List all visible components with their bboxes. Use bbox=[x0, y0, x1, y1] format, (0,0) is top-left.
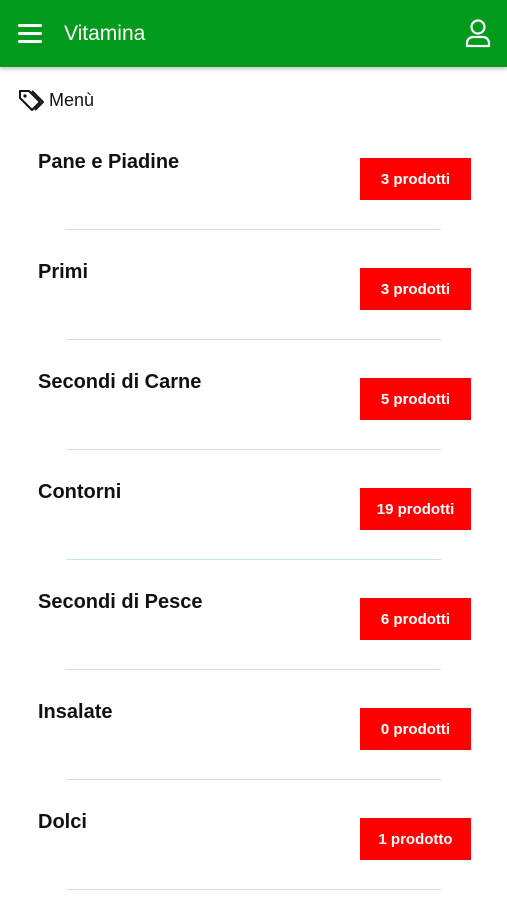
divider bbox=[66, 229, 441, 230]
product-count-badge: 5 prodotti bbox=[360, 378, 471, 420]
hamburger-menu-icon[interactable] bbox=[14, 18, 48, 50]
section-header: Menù bbox=[18, 87, 94, 113]
category-item-secondi-di-pesce[interactable]: Secondi di Pesce 6 prodotti bbox=[0, 570, 507, 680]
category-name: Secondi di Carne bbox=[38, 371, 202, 393]
app-title: Vitamina bbox=[64, 22, 146, 45]
category-item-dolci[interactable]: Dolci 1 prodotto bbox=[0, 790, 507, 900]
divider bbox=[66, 889, 441, 890]
product-count-badge: 1 prodotto bbox=[360, 818, 471, 860]
category-item-primi[interactable]: Primi 3 prodotti bbox=[0, 240, 507, 350]
section-label: Menù bbox=[49, 89, 95, 110]
product-count-badge: 3 prodotti bbox=[360, 268, 471, 310]
app-bar: Vitamina bbox=[0, 0, 507, 67]
divider bbox=[66, 779, 441, 780]
divider bbox=[66, 449, 441, 450]
category-item-pane-e-piadine[interactable]: Pane e Piadine 3 prodotti bbox=[0, 130, 507, 240]
user-profile-icon[interactable] bbox=[461, 16, 495, 50]
divider bbox=[66, 559, 441, 560]
tag-icon bbox=[18, 88, 46, 112]
category-name: Pane e Piadine bbox=[38, 151, 180, 173]
category-item-secondi-di-carne[interactable]: Secondi di Carne 5 prodotti bbox=[0, 350, 507, 460]
category-list: Pane e Piadine 3 prodotti Primi 3 prodot… bbox=[0, 130, 507, 900]
category-item-insalate[interactable]: Insalate 0 prodotti bbox=[0, 680, 507, 790]
category-name: Secondi di Pesce bbox=[38, 591, 203, 613]
divider bbox=[66, 339, 441, 340]
category-name: Insalate bbox=[38, 701, 113, 723]
category-name: Dolci bbox=[38, 811, 87, 833]
product-count-badge: 6 prodotti bbox=[360, 598, 471, 640]
category-name: Contorni bbox=[38, 481, 122, 503]
product-count-badge: 19 prodotti bbox=[360, 488, 471, 530]
category-name: Primi bbox=[38, 261, 89, 283]
divider bbox=[66, 669, 441, 670]
category-item-contorni[interactable]: Contorni 19 prodotti bbox=[0, 460, 507, 570]
product-count-badge: 3 prodotti bbox=[360, 158, 471, 200]
product-count-badge: 0 prodotti bbox=[360, 708, 471, 750]
